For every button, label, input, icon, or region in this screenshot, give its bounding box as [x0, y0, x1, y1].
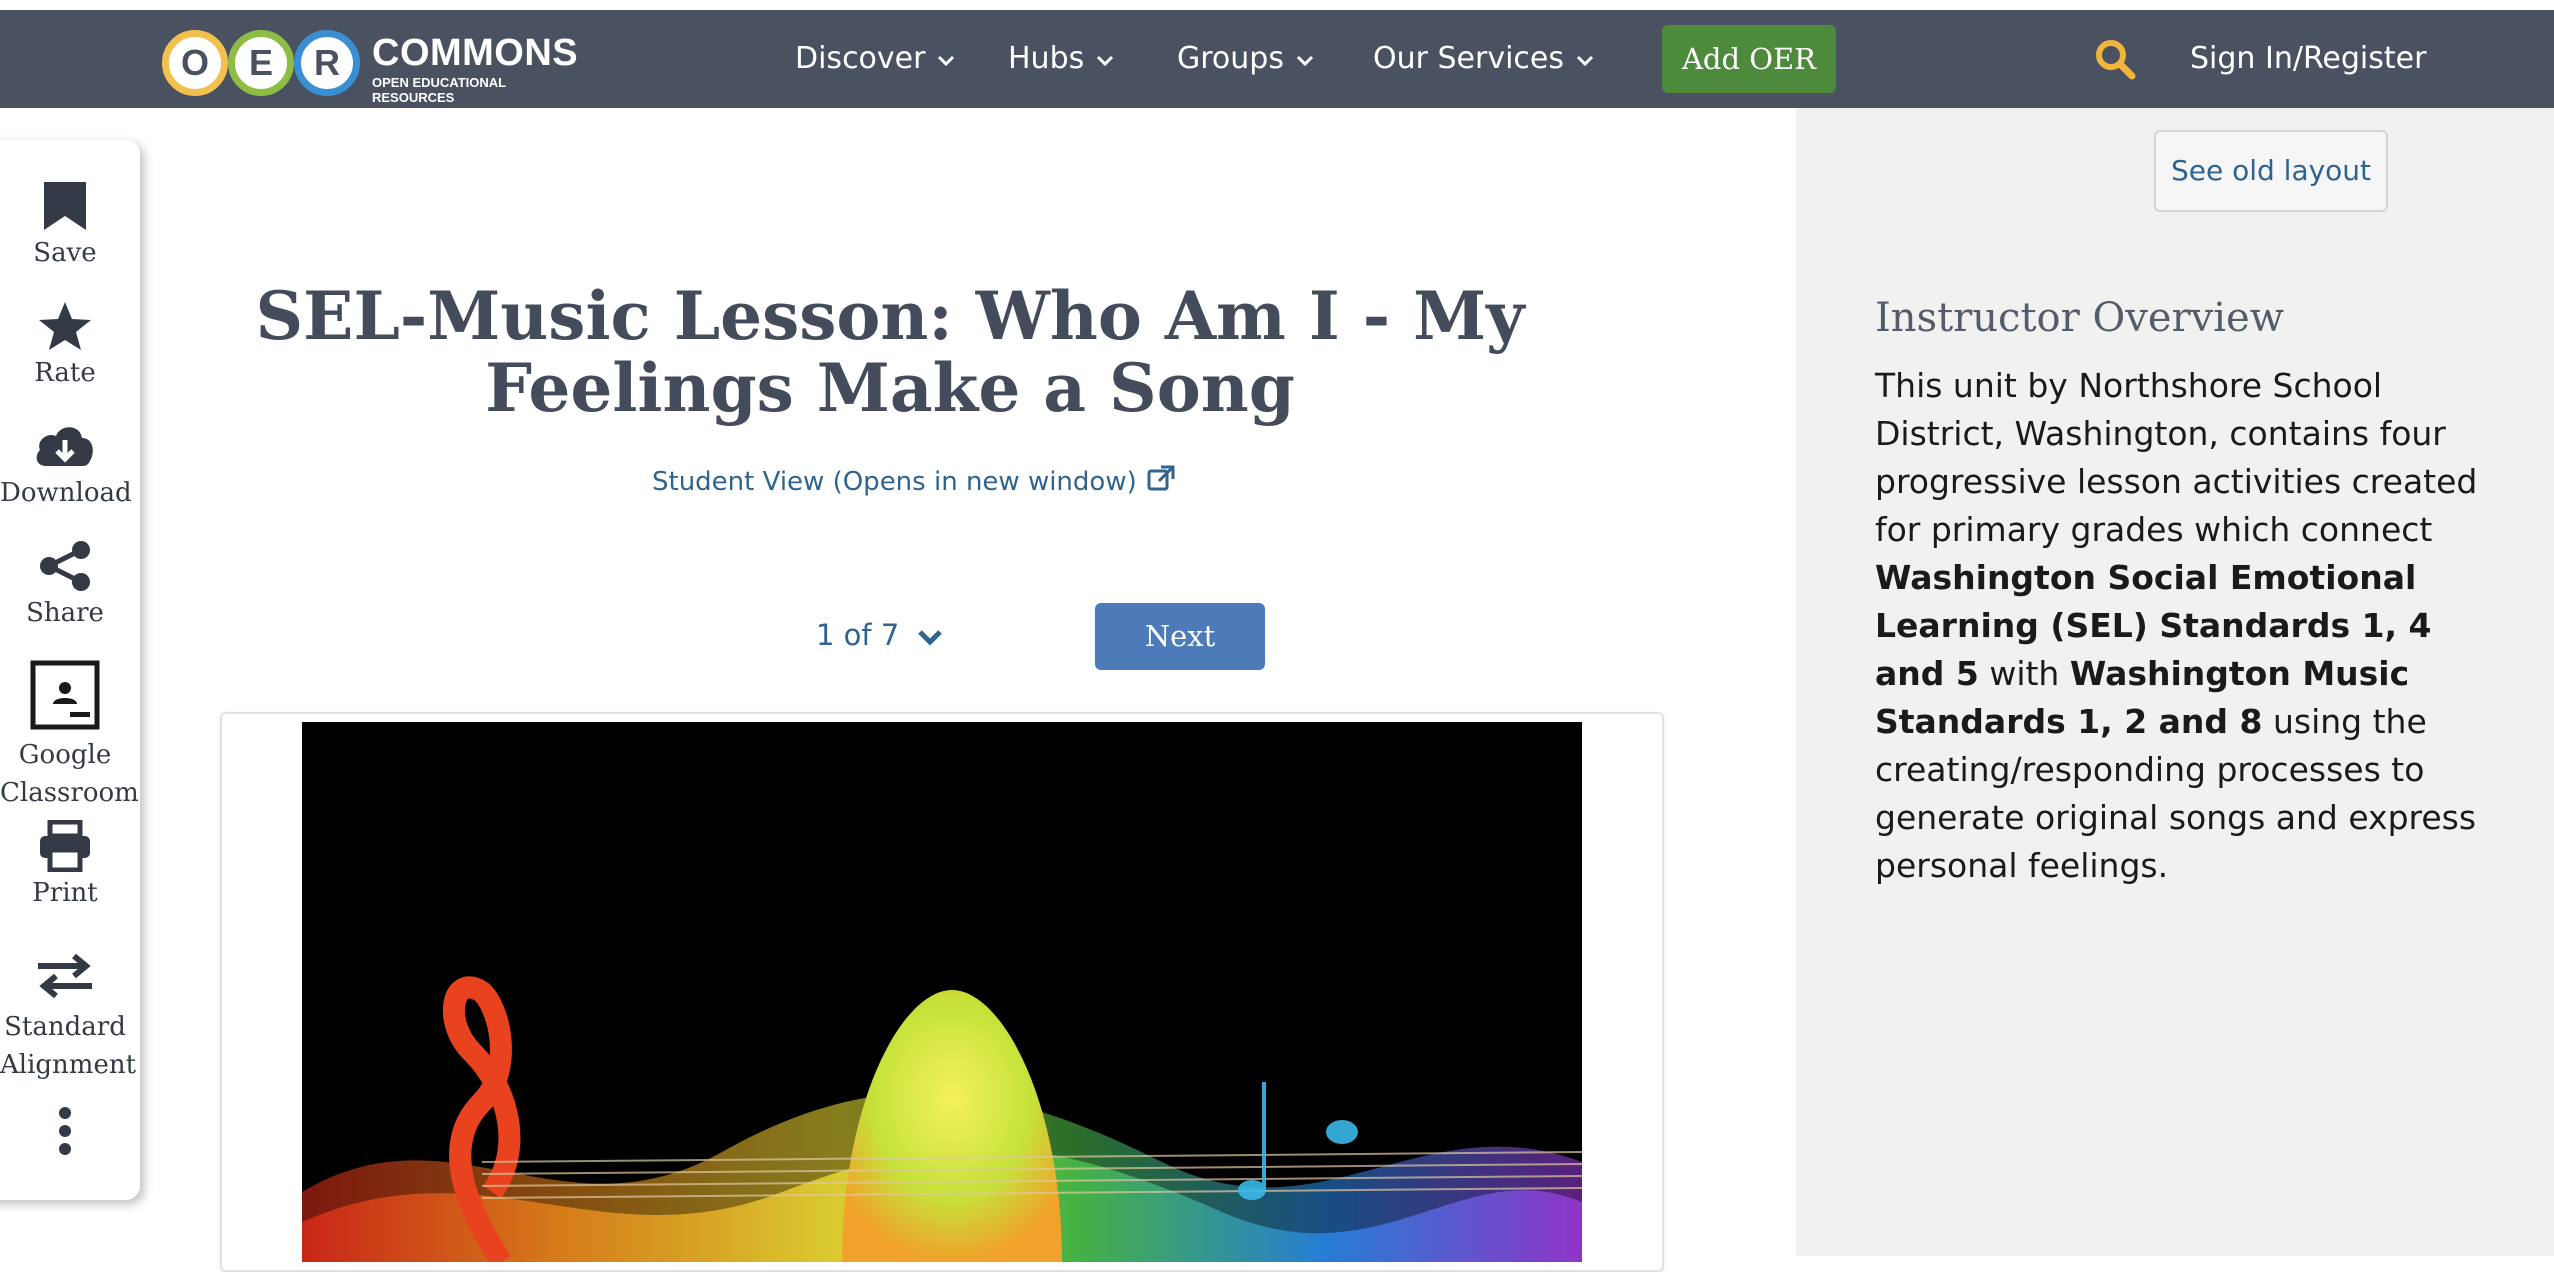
student-view-link[interactable]: Student View (Opens in new window) — [652, 465, 1175, 497]
external-link-icon — [1147, 465, 1175, 491]
overview-text-2: with — [1978, 654, 2070, 693]
download-button[interactable]: Download — [0, 420, 132, 508]
chevron-down-icon — [1096, 11, 1114, 109]
save-label: Save — [33, 238, 97, 268]
bookmark-icon — [44, 182, 86, 230]
navbar: O E R COMMONS OPEN EDUCATIONAL RESOURCES… — [0, 10, 2554, 108]
share-icon — [40, 541, 90, 591]
chevron-down-icon — [937, 11, 955, 109]
logo-letter-r: R — [294, 30, 360, 96]
nav-hubs-label: Hubs — [1008, 41, 1085, 76]
chevron-down-icon — [1576, 11, 1594, 109]
star-icon — [39, 302, 91, 350]
logo-letter-e: E — [228, 30, 294, 96]
page-title: SEL-Music Lesson: Who Am I - My Feelings… — [255, 277, 1525, 427]
logo-tagline: OPEN EDUCATIONAL RESOURCES — [372, 75, 506, 105]
rate-label: Rate — [34, 358, 96, 388]
oer-commons-logo[interactable]: O E R COMMONS OPEN EDUCATIONAL RESOURCES — [162, 20, 582, 105]
page-selector[interactable]: 1 of 7 — [816, 618, 943, 654]
logo-word: COMMONS — [372, 32, 579, 74]
nav-groups[interactable]: Groups — [1177, 10, 1314, 108]
rate-button[interactable]: Rate — [0, 300, 130, 388]
nav-discover-label: Discover — [795, 41, 926, 76]
print-label: Print — [32, 878, 98, 908]
nav-groups-label: Groups — [1177, 41, 1284, 76]
top-strip — [0, 0, 2554, 10]
share-label: Share — [26, 598, 104, 628]
chevron-down-icon — [917, 620, 943, 654]
nav-our-services[interactable]: Our Services — [1373, 10, 1594, 108]
google-classroom-icon — [30, 660, 100, 730]
save-button[interactable]: Save — [0, 180, 130, 268]
music-notes-rainbow-image — [302, 722, 1582, 1262]
see-old-layout-button[interactable]: See old layout — [2154, 130, 2388, 212]
nav-our-services-label: Our Services — [1373, 41, 1565, 76]
print-icon — [40, 820, 90, 872]
chevron-down-icon — [1296, 11, 1314, 109]
nav-discover[interactable]: Discover — [795, 10, 955, 108]
download-label: Download — [0, 478, 132, 508]
add-oer-button[interactable]: Add OER — [1662, 25, 1836, 93]
sign-in-register-link[interactable]: Sign In/Register — [2190, 10, 2426, 108]
more-vertical-icon — [59, 1107, 71, 1155]
search-icon[interactable] — [2094, 38, 2136, 80]
google-classroom-label: Google Classroom — [0, 740, 139, 808]
resource-toolbar: Save Rate Download Share Google Classroo… — [0, 140, 140, 1200]
google-classroom-button[interactable]: Google Classroom — [0, 660, 139, 812]
instructor-overview-text: This unit by Northshore School District,… — [1875, 362, 2495, 890]
next-button[interactable]: Next — [1095, 603, 1265, 670]
standard-alignment-button[interactable]: Standard Alignment — [0, 950, 137, 1084]
cloud-download-icon — [36, 427, 93, 466]
nav-hubs[interactable]: Hubs — [1008, 10, 1114, 108]
instructor-overview-title: Instructor Overview — [1875, 295, 2284, 341]
overview-text-1: This unit by Northshore School District,… — [1875, 366, 2478, 549]
standard-alignment-label: Standard Alignment — [0, 1012, 137, 1080]
page-indicator: 1 of 7 — [816, 618, 900, 652]
student-view-label: Student View (Opens in new window) — [652, 467, 1137, 497]
print-button[interactable]: Print — [0, 820, 130, 908]
share-button[interactable]: Share — [0, 540, 130, 628]
more-options-button[interactable] — [0, 1105, 130, 1163]
logo-letter-o: O — [162, 30, 228, 96]
exchange-arrows-icon — [38, 953, 92, 999]
